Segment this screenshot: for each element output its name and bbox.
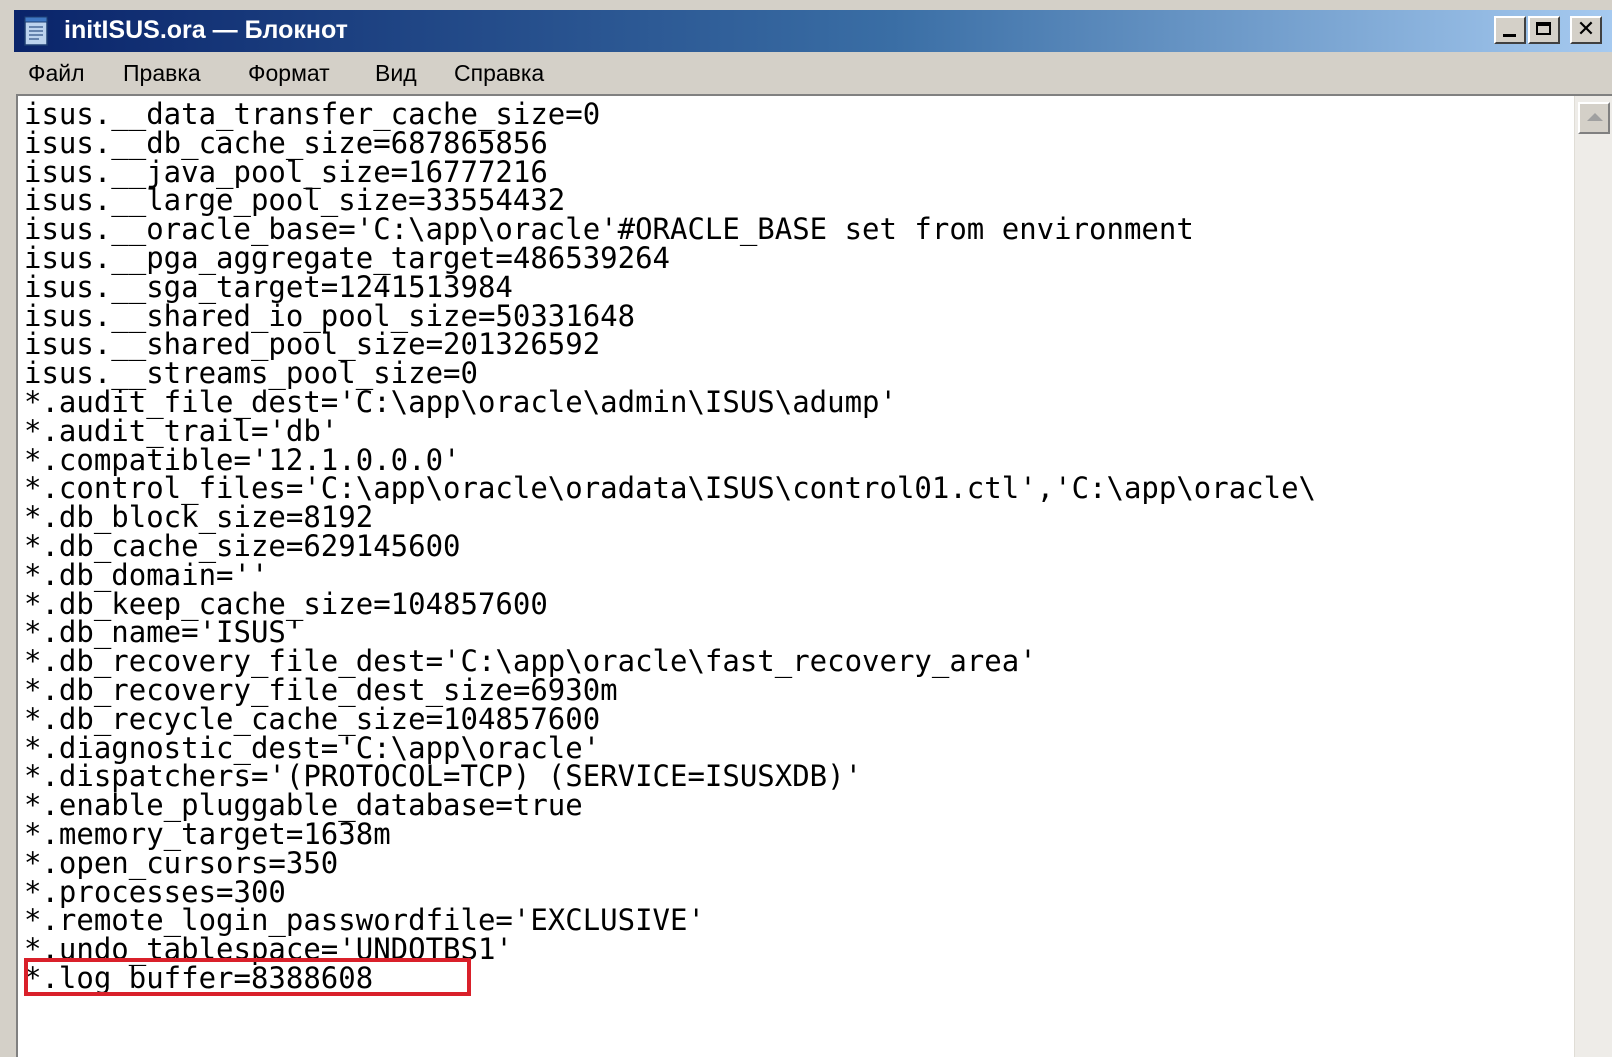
vertical-scrollbar[interactable] [1574, 96, 1612, 1057]
text-line[interactable]: *.db_name='ISUS' [24, 618, 1580, 647]
menu-file[interactable]: Файл [28, 60, 85, 87]
text-line[interactable]: *.db_block_size=8192 [24, 503, 1580, 532]
text-line[interactable]: *.processes=300 [24, 877, 1580, 907]
close-button[interactable]: ✕ [1570, 16, 1602, 44]
text-line[interactable]: *.db_keep_cache_size=104857600 [24, 589, 1580, 619]
maximize-icon [1536, 22, 1551, 35]
text-line[interactable]: isus.__java_pool_size=16777216 [24, 157, 1580, 187]
text-line[interactable]: *.audit_trail='db' [24, 416, 1580, 446]
text-line[interactable]: isus.__sga_target=1241513984 [24, 272, 1580, 302]
text-line[interactable]: *.log_buffer=8388608 [24, 964, 1580, 993]
text-line[interactable]: *.db_recovery_file_dest='C:\app\oracle\f… [24, 647, 1580, 676]
text-line[interactable]: *.db_cache_size=629145600 [24, 532, 1580, 561]
menu-format[interactable]: Формат [248, 60, 330, 87]
minimize-icon [1503, 34, 1516, 37]
close-icon: ✕ [1576, 17, 1596, 42]
text-line[interactable]: *.db_recycle_cache_size=104857600 [24, 704, 1580, 734]
text-line[interactable]: *.compatible='12.1.0.0.0' [24, 445, 1580, 475]
notepad-icon [24, 16, 48, 46]
menu-bar: Файл Правка Формат Вид Справка [14, 52, 1612, 94]
editor-text[interactable]: isus.__data_transfer_cache_size=0 isus.__… [24, 100, 1580, 1057]
maximize-button[interactable] [1528, 16, 1560, 44]
text-editor[interactable]: isus.__data_transfer_cache_size=0 isus.__… [16, 94, 1612, 1057]
text-line[interactable]: *.control_files='C:\app\oracle\oradata\I… [24, 474, 1580, 503]
text-line[interactable]: *.diagnostic_dest='C:\app\oracle' [24, 733, 1580, 763]
text-line[interactable]: isus.__pga_aggregate_target=486539264 [24, 244, 1580, 273]
window-title: initISUS.ora — Блокнот [64, 16, 348, 44]
text-line[interactable]: isus.__db_cache_size=687865856 [24, 128, 1580, 158]
notepad-window: initISUS.ora — Блокнот ✕ Файл Правка Фор… [0, 0, 1612, 1057]
text-line[interactable]: isus.__oracle_base='C:\app\oracle'#ORACL… [24, 215, 1580, 244]
text-line[interactable]: *.audit_file_dest='C:\app\oracle\admin\I… [24, 388, 1580, 417]
text-line[interactable]: *.dispatchers='(PROTOCOL=TCP) (SERVICE=I… [24, 762, 1580, 791]
text-line[interactable]: *.memory_target=1638m [24, 820, 1580, 849]
text-line[interactable]: isus.__data_transfer_cache_size=0 [24, 100, 1580, 129]
text-line[interactable]: isus.__streams_pool_size=0 [24, 359, 1580, 388]
arrow-up-icon [1587, 113, 1603, 121]
title-bar[interactable]: initISUS.ora — Блокнот ✕ [14, 10, 1612, 52]
text-line[interactable]: *.enable_pluggable_database=true [24, 791, 1580, 820]
text-line[interactable]: isus.__shared_io_pool_size=50331648 [24, 301, 1580, 331]
text-line[interactable]: isus.__large_pool_size=33554432 [24, 186, 1580, 215]
menu-edit[interactable]: Правка [123, 60, 201, 87]
text-line[interactable]: *.open_cursors=350 [24, 848, 1580, 878]
text-line[interactable]: *.undo_tablespace='UNDOTBS1' [24, 935, 1580, 964]
scroll-up-button[interactable] [1578, 102, 1610, 134]
menu-view[interactable]: Вид [375, 60, 417, 87]
text-line[interactable]: isus.__shared_pool_size=201326592 [24, 330, 1580, 359]
text-line[interactable]: *.remote_login_passwordfile='EXCLUSIVE' [24, 906, 1580, 935]
menu-help[interactable]: Справка [454, 60, 544, 87]
minimize-button[interactable] [1494, 16, 1526, 44]
text-line[interactable]: *.db_recovery_file_dest_size=6930m [24, 676, 1580, 705]
text-line[interactable]: *.db_domain='' [24, 560, 1580, 590]
